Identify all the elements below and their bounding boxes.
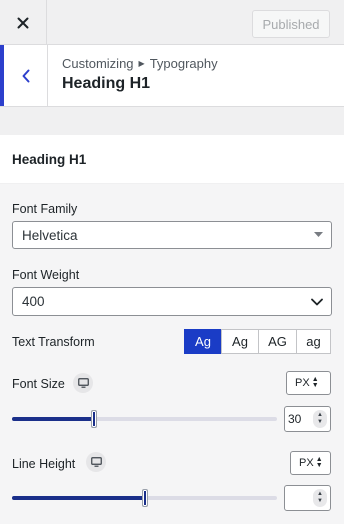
font-size-label: Font Size (12, 377, 65, 391)
line-height-input[interactable]: ▲ ▼ (284, 485, 331, 511)
font-size-slider-fill (12, 417, 94, 421)
font-size-device-toggle[interactable] (73, 373, 93, 393)
breadcrumb: Customizing ▶ Typography (62, 56, 218, 71)
line-height-unit: PX (299, 457, 314, 469)
number-spinner-icon[interactable]: ▲ ▼ (313, 489, 327, 507)
text-transform-none-button[interactable]: Ag (184, 329, 222, 354)
font-weight-select[interactable]: 400 (12, 287, 332, 316)
panel-header: Customizing ▶ Typography Heading H1 (0, 45, 344, 107)
section-heading: Heading H1 (12, 152, 87, 167)
line-height-slider-fill (12, 496, 145, 500)
chevron-left-icon (22, 69, 29, 82)
font-family-label: Font Family (12, 202, 78, 216)
text-transform-lowercase-button[interactable]: ag (296, 329, 331, 354)
caret-down-icon (314, 232, 323, 237)
desktop-icon (77, 378, 89, 388)
breadcrumb-separator-icon: ▶ (138, 59, 145, 68)
customizer-topbar: Published (0, 0, 344, 45)
font-size-input[interactable]: 30 ▲ ▼ (284, 406, 331, 432)
sort-arrows-icon: ▲ ▼ (311, 376, 319, 389)
published-button[interactable]: Published (252, 10, 330, 38)
number-spinner-icon[interactable]: ▲ ▼ (313, 410, 327, 428)
font-size-value: 30 (288, 412, 302, 426)
sort-arrows-icon: ▲ ▼ (315, 456, 323, 469)
desktop-icon (90, 457, 102, 467)
close-button[interactable] (0, 0, 47, 45)
text-transform-label: Text Transform (12, 335, 95, 349)
font-family-select[interactable]: Helvetica (12, 221, 332, 249)
line-height-slider[interactable] (12, 489, 277, 507)
back-button[interactable] (0, 45, 48, 106)
line-height-unit-select[interactable]: PX ▲ ▼ (290, 451, 331, 475)
text-transform-uppercase-button[interactable]: AG (258, 329, 297, 354)
font-size-slider[interactable] (12, 410, 277, 428)
text-transform-capitalize-button[interactable]: Ag (221, 329, 259, 354)
chevron-down-icon (311, 298, 323, 305)
text-transform-group: Ag Ag AG ag (184, 329, 331, 354)
font-family-value: Helvetica (22, 227, 78, 243)
line-height-slider-thumb[interactable] (142, 489, 148, 507)
line-height-label: Line Height (12, 457, 76, 471)
font-weight-value: 400 (22, 294, 45, 309)
breadcrumb-current: Typography (149, 56, 218, 71)
line-height-device-toggle[interactable] (86, 452, 106, 472)
font-size-unit-select[interactable]: PX ▲ ▼ (286, 371, 331, 395)
font-size-unit: PX (295, 377, 310, 389)
breadcrumb-root: Customizing (62, 56, 134, 71)
close-icon (17, 17, 29, 28)
font-weight-label: Font Weight (12, 268, 80, 282)
page-title: Heading H1 (62, 75, 151, 92)
font-size-slider-thumb[interactable] (91, 410, 97, 428)
